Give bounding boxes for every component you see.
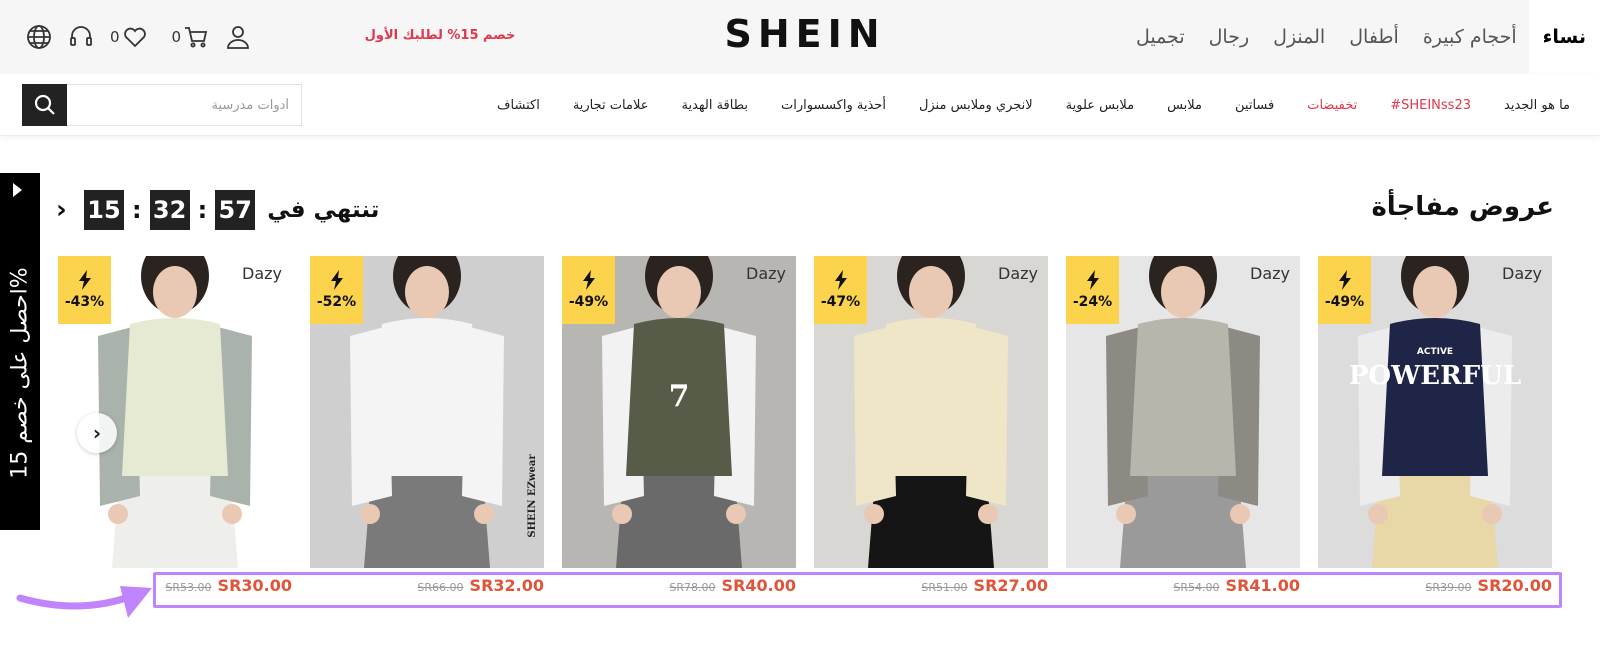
product-image[interactable]: -43% Dazy [58,256,292,568]
cat-clothing[interactable]: ملابس [1167,98,1202,113]
lightning-icon [1338,270,1351,290]
flash-sale-title: عروض مفاجأة [1371,192,1554,222]
brand-label: Dazy [242,264,282,283]
tab-beauty[interactable]: تجميل [1124,0,1197,74]
product-image[interactable]: ACTIVE POWERFUL -49% Dazy [1318,256,1552,568]
product-image[interactable]: -47% Dazy [814,256,1048,568]
category-list: ما هو الجديد #SHEINss23 تخفيضات فساتين م… [464,74,1570,136]
shirt-print-text: 7 [669,379,690,414]
product-card[interactable]: -47% Dazy SR51.00 SR27.00 [814,256,1048,616]
discount-badge: -49% [1318,256,1371,324]
cat-whats-new[interactable]: ما هو الجديد [1504,98,1570,113]
lightning-icon [834,270,847,290]
countdown-separator: : [197,196,208,224]
search-input[interactable] [67,84,302,126]
shirt-print-text: POWERFUL [1349,361,1521,391]
cat-explore[interactable]: اكتشاف [497,98,540,113]
discount-badge: -24% [1066,256,1119,324]
header-icons: 0 0 [26,22,251,52]
countdown-timer: › 15 : 32 : 57 تنتهي في [56,190,379,230]
discount-percent: -49% [1324,294,1365,310]
search-icon [34,94,55,115]
site-logo[interactable]: SHEIN [720,12,890,56]
tab-women[interactable]: نساء [1528,0,1600,74]
lightning-icon [1086,270,1099,290]
tab-men[interactable]: رجال [1197,0,1262,74]
discount-percent: -24% [1072,294,1113,310]
discount-side-tab[interactable]: احصل على خصم 15% [0,173,40,530]
annotation-arrow-icon [16,586,152,618]
price-highlight-box [153,572,1562,608]
cat-shoes-accessories[interactable]: أحذية واكسسوارات [781,98,886,113]
product-card[interactable]: 7 -49% Dazy SR78.00 SR40.00 [562,256,796,616]
discount-badge: -52% [310,256,363,324]
cat-brands[interactable]: علامات تجارية [573,98,649,113]
cat-sheinss23[interactable]: #SHEINss23 [1390,98,1471,113]
countdown-separator: : [132,196,142,224]
countdown-seconds: 57 [215,190,256,230]
lightning-icon [582,270,595,290]
cat-gift-card[interactable]: بطاقة الهدية [681,98,748,113]
discount-percent: -52% [316,294,357,310]
cat-dresses[interactable]: فساتين [1235,98,1274,113]
cat-lingerie[interactable]: لانجري وملابس منزل [919,98,1033,113]
product-image[interactable]: SHEIN EZwear -52% [310,256,544,568]
cart-count: 0 [171,28,182,46]
user-icon[interactable] [225,24,251,50]
shirt-print-small: ACTIVE [1417,347,1453,357]
heart-icon[interactable] [122,24,148,50]
carousel-next-button[interactable]: › [77,413,117,453]
product-image[interactable]: 7 -49% Dazy [562,256,796,568]
tab-home[interactable]: المنزل [1261,0,1337,74]
discount-percent: -49% [568,294,609,310]
discount-percent: -47% [820,294,861,310]
cart-icon[interactable] [183,24,209,50]
cat-sale[interactable]: تخفيضات [1307,98,1357,113]
shirt-print-text: SHEIN EZwear [527,454,538,538]
headset-icon[interactable] [68,24,94,50]
countdown-label: تنتهي في [267,197,380,223]
lightning-icon [330,270,343,290]
chevron-right-icon[interactable]: › [56,190,74,230]
category-nav: ما هو الجديد #SHEINss23 تخفيضات فساتين م… [0,74,1600,136]
brand-label: Dazy [1250,264,1290,283]
discount-badge: -47% [814,256,867,324]
product-card[interactable]: -24% Dazy SR54.00 SR41.00 [1066,256,1300,616]
tab-kids[interactable]: أطفال [1337,0,1411,74]
side-tab-label: احصل على خصم 15% [7,267,33,479]
promo-text[interactable]: خصم 15% لطلبك الأول [360,28,520,43]
countdown-minutes: 32 [149,190,190,230]
discount-badge: -49% [562,256,615,324]
globe-icon[interactable] [26,24,52,50]
tab-plus-size[interactable]: أحجام كبيرة [1411,0,1529,74]
discount-percent: -43% [64,294,105,310]
product-card[interactable]: ACTIVE POWERFUL -49% Dazy SR39.00 SR20.00 [1318,256,1552,616]
product-carousel: ACTIVE POWERFUL -49% Dazy SR39.00 SR20.00 -24… [58,256,1552,616]
top-header: نساء أحجام كبيرة أطفال المنزل رجال تجميل… [0,0,1600,74]
play-arrow-icon [13,183,22,197]
product-card[interactable]: SHEIN EZwear -52% SR66.00 SR32.00 [310,256,544,616]
search-button[interactable] [22,84,67,126]
top-tabs: نساء أحجام كبيرة أطفال المنزل رجال تجميل [1124,0,1600,74]
lightning-icon [78,270,91,290]
wishlist-count: 0 [110,28,120,46]
countdown-hours: 15 [84,190,124,230]
cat-tops[interactable]: ملابس علوية [1066,98,1134,113]
brand-label: Dazy [1502,264,1542,283]
discount-badge: -43% [58,256,111,324]
brand-label: Dazy [746,264,786,283]
brand-label: Dazy [998,264,1038,283]
product-image[interactable]: -24% Dazy [1066,256,1300,568]
search-box [22,84,302,126]
